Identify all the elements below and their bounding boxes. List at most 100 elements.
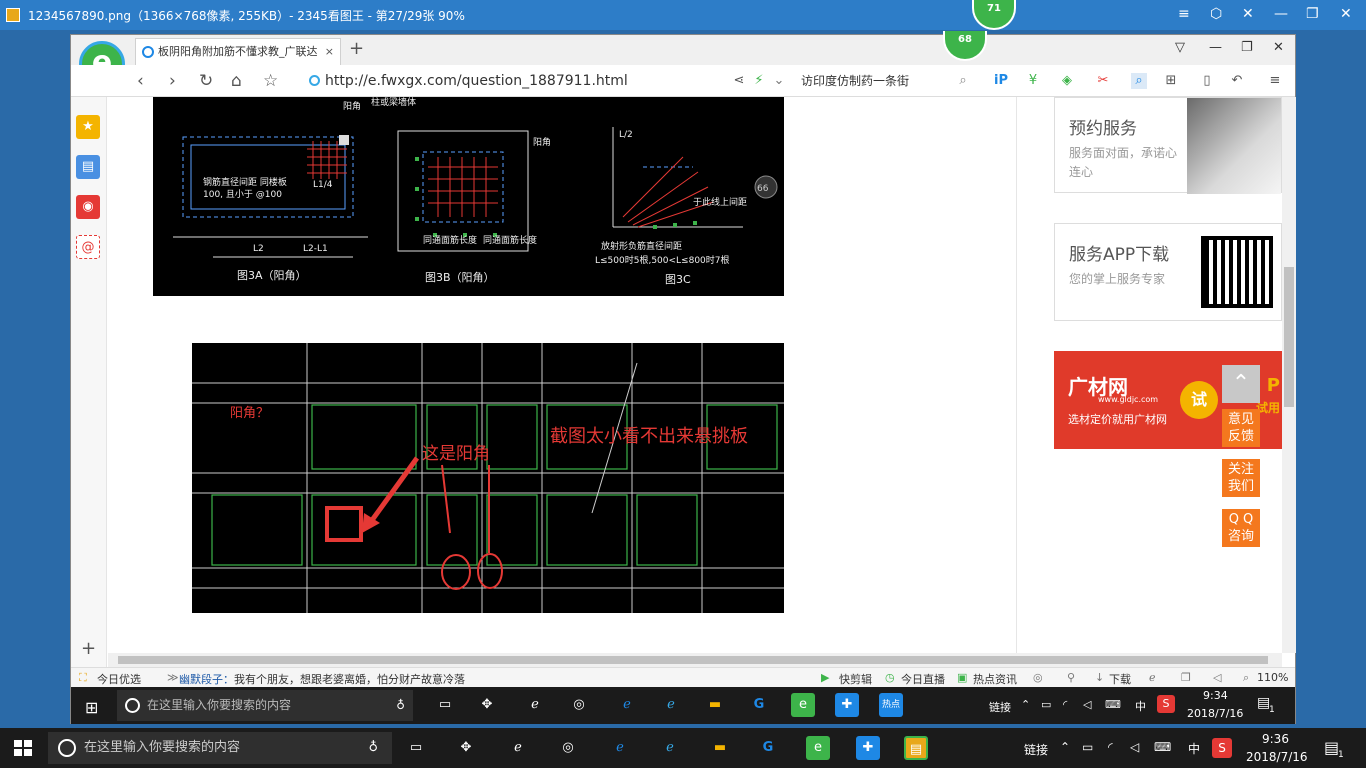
wifi-icon[interactable]: ◜ (1108, 740, 1113, 754)
volume-icon[interactable]: ◁ (1083, 698, 1091, 711)
spiral-app-icon[interactable]: ◎ (556, 736, 580, 760)
ie-browser-icon[interactable]: ℯ (523, 693, 547, 717)
speed-icon[interactable]: ◎ (1033, 671, 1043, 684)
status-item[interactable]: 今日直播 (901, 671, 945, 687)
image-viewer-icon[interactable]: ▤ (904, 736, 928, 760)
fan-app-icon[interactable]: ✥ (454, 736, 478, 760)
task-view-icon[interactable]: ▭ (404, 736, 428, 760)
app-download-card[interactable]: 服务APP下载 您的掌上服务专家 (1054, 223, 1282, 321)
tab-close-icon[interactable]: × (325, 39, 334, 65)
ie-icon[interactable]: ℯ (658, 736, 682, 760)
fullscreen-icon[interactable]: ✕ (1242, 6, 1254, 22)
undo-icon[interactable]: ↶ (1229, 73, 1245, 89)
status-item[interactable]: 下载 (1109, 671, 1131, 687)
back-icon[interactable]: ‹ (137, 71, 144, 91)
edge-icon[interactable]: ℯ (615, 693, 639, 717)
clock-time[interactable]: 9:36 (1262, 732, 1289, 746)
fan-app-icon[interactable]: ✥ (475, 693, 499, 717)
translate-icon[interactable]: ◈ (1059, 73, 1075, 89)
menu-icon[interactable]: ≡ (1267, 73, 1283, 89)
back-to-top-button[interactable]: ⌃ (1222, 365, 1260, 403)
browser-2345-icon[interactable]: e (791, 693, 815, 717)
add-icon[interactable]: + (81, 638, 96, 659)
ie-icon[interactable]: ℯ (1149, 671, 1156, 684)
forward-icon[interactable]: › (169, 71, 176, 91)
link-label[interactable]: 链接 (989, 699, 1011, 715)
refresh-icon[interactable]: ↻ (199, 71, 213, 91)
clock-time[interactable]: 9:34 (1203, 689, 1228, 702)
folder-icon[interactable]: ▬ (703, 693, 727, 717)
tablet-icon[interactable]: ▯ (1199, 73, 1215, 89)
wifi-icon[interactable]: ◜ (1063, 698, 1067, 711)
keyboard-icon[interactable]: ⌨ (1154, 740, 1171, 754)
qq-consult-button[interactable]: Q Q 咨询 (1222, 509, 1260, 547)
windows-start-icon[interactable]: ⊞ (85, 698, 98, 717)
glodon-icon[interactable]: G (756, 736, 780, 760)
skin-icon[interactable]: ⬡ (1210, 6, 1222, 22)
clock-date[interactable]: 2018/7/16 (1187, 707, 1243, 720)
mic-icon[interactable]: ♁ (396, 690, 405, 721)
folder-icon[interactable]: ▬ (708, 736, 732, 760)
weibo-icon[interactable]: ◉ (76, 195, 100, 219)
share-icon[interactable]: ⋖ (731, 73, 747, 89)
scissors-icon[interactable]: ✂ (1095, 73, 1111, 89)
hot-news-icon[interactable]: 热点 (879, 693, 903, 717)
notification-icon[interactable]: ▤ (1324, 738, 1339, 757)
skin-icon[interactable]: ▽ (1175, 40, 1185, 55)
mail-icon[interactable]: @ (76, 235, 100, 259)
url-field[interactable]: http://e.fwxgx.com/question_1887911.html (307, 70, 727, 92)
window-icon[interactable]: ❐ (1181, 671, 1191, 684)
apps-icon[interactable]: ⊞ (1163, 73, 1179, 89)
battery-icon[interactable]: ▭ (1082, 740, 1093, 754)
edge-icon[interactable]: ℯ (608, 736, 632, 760)
keyboard-icon[interactable]: ⌨ (1105, 698, 1121, 711)
taskbar-search[interactable]: 在这里输入你要搜索的内容 ♁ (117, 690, 413, 721)
mic-icon[interactable]: ♁ (368, 732, 378, 764)
chevron-down-icon[interactable]: ⌄ (771, 73, 787, 89)
ime-indicator[interactable]: 中 (1188, 740, 1200, 757)
news-icon[interactable]: ▤ (76, 155, 100, 179)
minimize-button[interactable]: — (1209, 40, 1222, 55)
new-tab-button[interactable]: + (349, 38, 364, 59)
volume-icon[interactable]: ◁ (1213, 671, 1221, 684)
search-tool-icon[interactable]: ⌕ (1131, 73, 1147, 89)
ime-indicator[interactable]: 中 (1135, 698, 1146, 714)
scroll-thumb[interactable] (1284, 267, 1294, 407)
sogou-icon[interactable]: S (1157, 695, 1175, 713)
plus-app-icon[interactable]: ✚ (856, 736, 880, 760)
favorites-star-icon[interactable]: ★ (76, 115, 100, 139)
favorite-star-icon[interactable]: ☆ (263, 71, 278, 91)
feedback-button[interactable]: 意见 反馈 (1222, 409, 1260, 447)
status-item[interactable]: 快剪辑 (839, 671, 872, 687)
clock-date[interactable]: 2018/7/16 (1246, 750, 1308, 764)
vertical-scrollbar[interactable] (1282, 97, 1296, 653)
minimize-button[interactable]: — (1274, 6, 1288, 22)
windows-start-icon[interactable] (14, 740, 32, 756)
zoom-level[interactable]: 110% (1257, 671, 1288, 684)
glodon-icon[interactable]: G (747, 693, 771, 717)
search-icon[interactable]: ⌕ (955, 73, 971, 89)
restore-button[interactable]: ❐ (1241, 40, 1253, 55)
task-view-icon[interactable]: ▭ (433, 693, 457, 717)
close-button[interactable]: ✕ (1273, 40, 1284, 55)
home-icon[interactable]: ⌂ (231, 71, 242, 91)
speed-icon[interactable]: ⚡ (751, 73, 767, 89)
plus-app-icon[interactable]: ✚ (835, 693, 859, 717)
maximize-button[interactable]: ❐ (1306, 6, 1319, 22)
tray-chevron-icon[interactable]: ⌃ (1060, 740, 1070, 754)
service-card[interactable]: 预约服务 服务面对面，承诺心连心 (1054, 97, 1282, 194)
wallet-icon[interactable]: ¥ (1025, 73, 1041, 89)
close-button[interactable]: ✕ (1340, 6, 1352, 22)
browser-2345-icon[interactable]: e (806, 736, 830, 760)
follow-us-button[interactable]: 关注 我们 (1222, 459, 1260, 497)
tab-question[interactable]: 板阴阳角附加筋不懂求教_广联达 × (135, 38, 341, 65)
sogou-icon[interactable]: S (1212, 738, 1232, 758)
tray-chevron-icon[interactable]: ⌃ (1021, 698, 1030, 711)
scroll-thumb[interactable] (118, 656, 1268, 664)
ie-icon[interactable]: ℯ (659, 693, 683, 717)
battery-icon[interactable]: ▭ (1041, 698, 1051, 711)
pin-icon[interactable]: ⚲ (1067, 671, 1075, 684)
ie-browser-icon[interactable]: ℯ (506, 736, 530, 760)
link-label[interactable]: 链接 (1024, 741, 1048, 758)
taskbar-search[interactable]: 在这里输入你要搜索的内容 ♁ (48, 732, 392, 764)
